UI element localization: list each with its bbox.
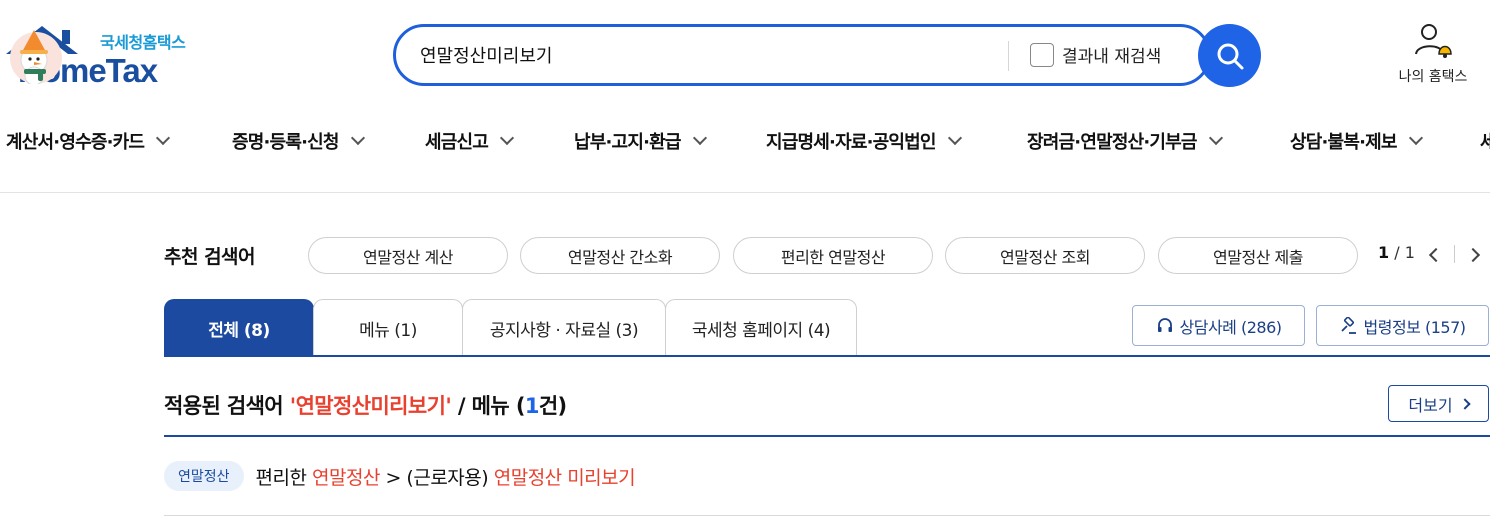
consult-cases-label: 상담사례 (286)	[1179, 317, 1283, 337]
gnb-item-tax-filing[interactable]: 세금신고	[425, 128, 515, 154]
global-nav: 계산서·영수증·카드 증명·등록·신청 세금신고 납부·고지·환급 지급명세·자…	[0, 120, 1490, 164]
tab-all[interactable]: 전체 (8)	[164, 299, 314, 356]
chevron-down-icon	[499, 130, 515, 146]
search-button[interactable]	[1198, 24, 1261, 87]
headset-icon	[1157, 317, 1172, 332]
gnb-label: 납부·고지·환급	[574, 132, 681, 153]
law-info-button[interactable]: 법령정보 (157)	[1316, 305, 1489, 346]
gnb-label: 상담·불복·제보	[1290, 132, 1397, 153]
gnb-item-consult[interactable]: 상담·불복·제보	[1290, 128, 1423, 154]
recommend-pager: 1 / 1	[1378, 243, 1415, 262]
gnb-label: 세금신고	[425, 132, 489, 153]
result-count: 1	[524, 394, 540, 418]
result-prefix: 적용된 검색어	[164, 394, 290, 418]
result-middle: / 메뉴 (	[451, 394, 526, 418]
gnb-label: 증명·등록·신청	[232, 132, 339, 153]
gavel-icon	[1340, 316, 1356, 334]
gnb-item-payment[interactable]: 납부·고지·환급	[574, 128, 707, 154]
chevron-right-icon	[1465, 247, 1481, 263]
prev-button[interactable]	[1422, 243, 1446, 267]
result-heading: 적용된 검색어 '연말정산미리보기' / 메뉴 (1건)	[164, 390, 567, 420]
tab-nts-homepage[interactable]: 국세청 홈페이지 (4)	[665, 299, 857, 356]
result-link[interactable]: 편리한 연말정산 > (근로자용) 연말정산 미리보기	[256, 463, 636, 490]
chevron-right-icon	[1458, 397, 1471, 410]
row-highlight: 연말정산	[312, 466, 380, 489]
pager-separator	[1454, 245, 1455, 263]
search-box: 결과내 재검색	[393, 24, 1211, 86]
chevron-down-icon	[1408, 130, 1423, 146]
row-highlight: 연말정산 미리보기	[493, 466, 636, 489]
gnb-item-certificate[interactable]: 증명·등록·신청	[232, 128, 365, 154]
next-button[interactable]	[1463, 243, 1487, 267]
tab-menu[interactable]: 메뉴 (1)	[313, 299, 463, 356]
more-button[interactable]: 더보기	[1388, 385, 1489, 422]
my-hometax-label: 나의 홈택스	[1398, 69, 1468, 85]
user-bell-icon	[1415, 24, 1452, 58]
gnb-item-statement[interactable]: 지급명세·자료·공익법인	[766, 128, 962, 154]
gnb-item-year-end[interactable]: 장려금·연말정산·기부금	[1027, 128, 1223, 154]
consult-cases-button[interactable]: 상담사례 (286)	[1132, 305, 1305, 346]
more-label: 더보기	[1408, 395, 1453, 415]
row-text-part: 편리한	[255, 466, 313, 489]
logo-subtitle: 국세청홈택스	[100, 33, 186, 52]
gnb-item-overflow[interactable]: 세	[1480, 128, 1490, 154]
gnb-label: 계산서·영수증·카드	[6, 132, 145, 153]
recommend-chip[interactable]: 연말정산 계산	[308, 237, 508, 274]
row-text-part: > (근로자용)	[379, 466, 494, 489]
recommend-title: 추천 검색어	[164, 246, 256, 268]
chevron-left-icon	[1428, 247, 1444, 263]
result-suffix: 건)	[538, 394, 567, 418]
header-divider	[0, 192, 1490, 193]
recommend-chip[interactable]: 편리한 연말정산	[733, 237, 933, 274]
chevron-down-icon	[156, 130, 171, 146]
gnb-label: 세	[1480, 132, 1490, 153]
hometax-logo[interactable]: 국세청홈택스 HomeTax	[4, 24, 264, 94]
checkbox-icon[interactable]	[1030, 42, 1054, 67]
gnb-label: 지급명세·자료·공익법인	[766, 132, 936, 153]
recommend-chip[interactable]: 연말정산 조회	[945, 237, 1145, 274]
chevron-down-icon	[947, 130, 962, 146]
recheck-checkbox[interactable]: 결과내 재검색	[1030, 42, 1161, 67]
recommend-chip[interactable]: 연말정산 간소화	[520, 237, 720, 274]
pager-current: 1	[1378, 243, 1390, 262]
tab-notice[interactable]: 공지사항 · 자료실 (3)	[462, 299, 666, 356]
search-divider	[1008, 41, 1009, 71]
tabs-underline	[164, 355, 1490, 357]
result-keyword: '연말정산미리보기'	[289, 394, 452, 418]
chevron-down-icon	[692, 130, 707, 146]
search-icon	[1217, 43, 1243, 69]
gnb-label: 장려금·연말정산·기부금	[1027, 132, 1197, 153]
snowman-icon	[10, 30, 62, 84]
list-item[interactable]: 연말정산 편리한 연말정산 > (근로자용) 연말정산 미리보기	[164, 459, 636, 493]
row-divider	[164, 515, 1490, 516]
law-info-label: 법령정보 (157)	[1363, 317, 1467, 337]
recheck-label: 결과내 재검색	[1062, 47, 1162, 67]
chevron-down-icon	[350, 130, 365, 146]
search-input[interactable]	[420, 41, 980, 69]
recommend-chip[interactable]: 연말정산 제출	[1158, 237, 1358, 274]
result-divider	[164, 435, 1490, 437]
gnb-item-invoice[interactable]: 계산서·영수증·카드	[6, 128, 171, 154]
my-hometax-link[interactable]: 나의 홈택스	[1383, 22, 1483, 88]
chevron-down-icon	[1208, 130, 1223, 146]
category-tag: 연말정산	[164, 461, 244, 491]
pager-total: / 1	[1394, 243, 1415, 262]
